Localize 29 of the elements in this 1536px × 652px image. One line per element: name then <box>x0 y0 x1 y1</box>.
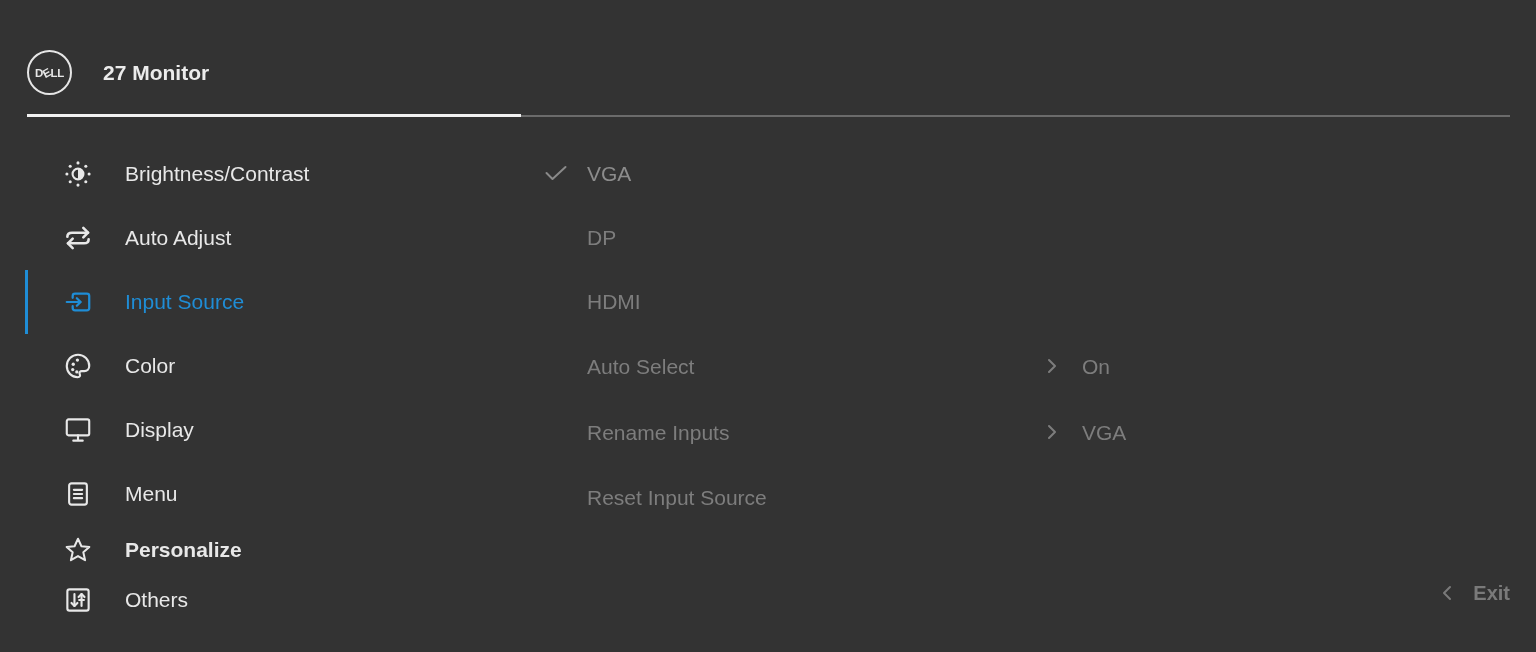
star-icon <box>65 537 91 563</box>
menu-item[interactable]: Display <box>25 398 505 462</box>
input-option[interactable]: DP <box>587 226 617 250</box>
submenu-item[interactable]: Auto Select <box>587 355 695 379</box>
setting-value: On <box>1082 355 1110 379</box>
setting-value: VGA <box>1082 421 1127 445</box>
menu-item[interactable]: Auto Adjust <box>25 206 505 270</box>
menu-item[interactable]: Personalize <box>25 526 505 574</box>
menu-item[interactable]: Input Source <box>25 270 505 334</box>
sun-icon <box>65 161 91 187</box>
arrows-box-icon <box>65 587 91 613</box>
exit-button[interactable]: Exit <box>1442 579 1510 607</box>
menu-item[interactable]: Menu <box>25 462 505 526</box>
submenu-item[interactable]: Rename Inputs <box>587 421 730 445</box>
monitor-title: 27 Monitor <box>103 60 210 85</box>
monitor-icon <box>65 417 91 443</box>
action-item[interactable]: Reset Input Source <box>587 486 767 510</box>
palette-icon <box>65 353 91 379</box>
menu-item[interactable]: Color <box>25 334 505 398</box>
chevron-right-icon <box>1047 358 1057 374</box>
menu-item[interactable]: Others <box>25 574 505 626</box>
document-icon <box>65 481 91 507</box>
brand-logo: DELL <box>27 50 72 95</box>
chevron-left-icon <box>1442 585 1453 601</box>
menu-item[interactable]: Brightness/Contrast <box>25 142 505 206</box>
swap-arrows-icon <box>65 225 91 251</box>
input-option[interactable]: HDMI <box>587 290 641 314</box>
input-option[interactable]: VGA <box>587 162 632 186</box>
chevron-right-icon <box>1047 424 1057 440</box>
